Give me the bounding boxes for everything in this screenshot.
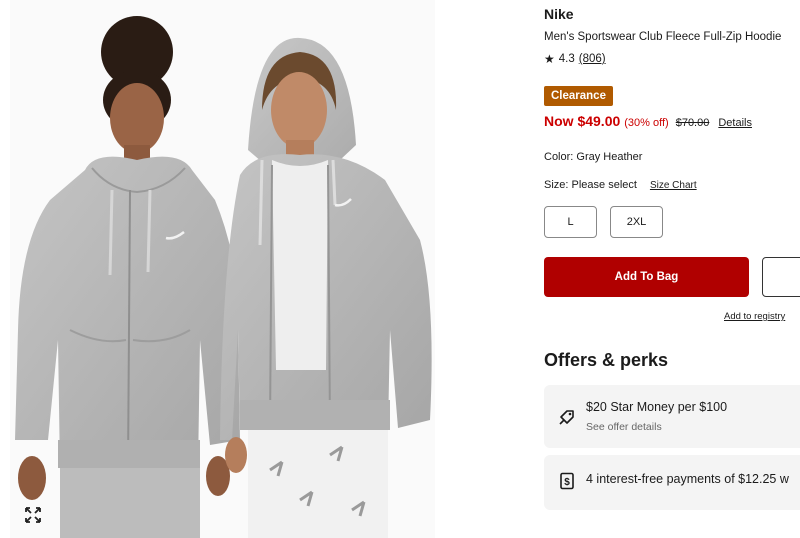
rating: ★ 4.3 (806) bbox=[544, 52, 606, 66]
offer-card-star-money[interactable]: $20 Star Money per $100 See offer detail… bbox=[544, 385, 800, 448]
size-chart-link[interactable]: Size Chart bbox=[650, 180, 697, 191]
product-photo bbox=[10, 0, 435, 538]
expand-image-button[interactable] bbox=[22, 504, 44, 526]
dollar-doc-icon: $ bbox=[560, 472, 574, 490]
offer-title: $20 Star Money per $100 bbox=[586, 400, 728, 414]
discount-percent: (30% off) bbox=[624, 117, 669, 129]
offer-title: 4 interest-free payments of $12.25 w bbox=[586, 472, 789, 486]
product-image[interactable] bbox=[0, 0, 440, 538]
secondary-action-button[interactable] bbox=[762, 257, 800, 297]
review-count-link[interactable]: (806) bbox=[579, 53, 606, 65]
color-label: Color: Gray Heather bbox=[544, 151, 643, 163]
size-label: Size: Please select bbox=[544, 179, 637, 191]
product-info: Nike Men's Sportswear Club Fleece Full-Z… bbox=[544, 0, 800, 538]
price-row: Now $49.00 (30% off) $70.00 Details bbox=[544, 113, 752, 129]
regular-price: $70.00 bbox=[675, 117, 710, 129]
add-to-bag-button[interactable]: Add To Bag bbox=[544, 257, 749, 297]
size-option-2xl[interactable]: 2XL bbox=[610, 206, 663, 238]
clearance-badge: Clearance bbox=[544, 86, 613, 106]
offers-heading: Offers & perks bbox=[544, 350, 669, 370]
product-title: Men's Sportswear Club Fleece Full-Zip Ho… bbox=[544, 31, 782, 43]
current-price: Now $49.00 bbox=[544, 113, 621, 129]
offer-details-link[interactable]: See offer details bbox=[586, 421, 662, 433]
size-option-l[interactable]: L bbox=[544, 206, 597, 238]
add-to-registry-link[interactable]: Add to registry bbox=[724, 311, 785, 322]
size-row: Size: Please select Size Chart bbox=[544, 179, 697, 191]
star-icon: ★ bbox=[544, 52, 555, 66]
price-details-link[interactable]: Details bbox=[718, 117, 752, 129]
rating-value: 4.3 bbox=[558, 53, 575, 65]
brand-link[interactable]: Nike bbox=[544, 6, 574, 22]
expand-icon bbox=[25, 507, 41, 523]
offer-card-installments[interactable]: $ 4 interest-free payments of $12.25 w bbox=[544, 455, 800, 510]
tag-icon bbox=[559, 410, 574, 425]
svg-text:$: $ bbox=[564, 477, 570, 488]
